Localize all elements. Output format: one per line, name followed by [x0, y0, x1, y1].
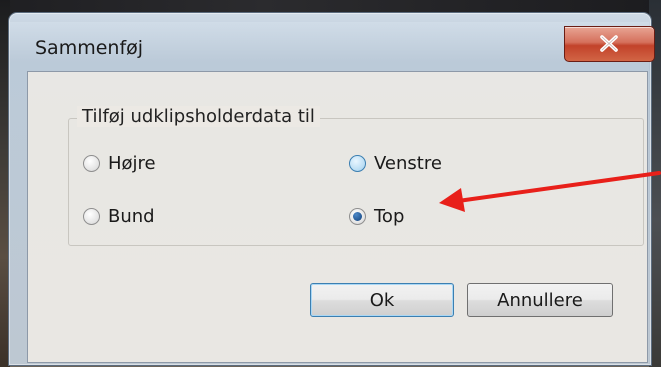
arrow-icon [439, 171, 661, 212]
